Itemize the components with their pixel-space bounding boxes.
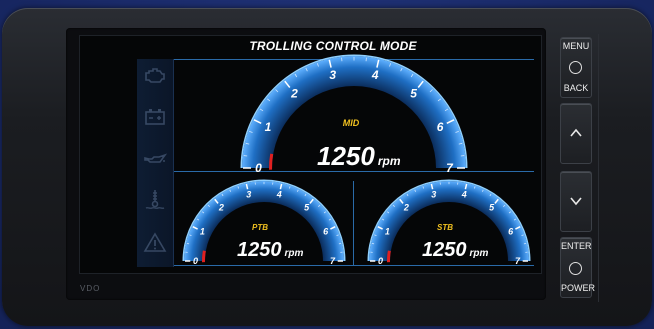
bottom-divider xyxy=(174,265,534,266)
main-tick-label: 6 xyxy=(437,120,444,134)
enter-power-button[interactable]: ENTER POWER xyxy=(560,237,596,298)
page-title: TROLLING CONTROL MODE xyxy=(249,39,417,53)
stb-rpm-value: 1250 xyxy=(422,239,467,261)
stb-rpm-readout: 1250 rpm xyxy=(422,239,488,262)
main-rpm-value: 1250 xyxy=(317,141,375,171)
brand-logo: VDO xyxy=(80,284,101,293)
battery-icon xyxy=(145,109,165,125)
stb-rpm-unit: rpm xyxy=(469,248,489,259)
ptb-gauge-label: PTB xyxy=(252,223,268,232)
chevron-up-icon xyxy=(570,128,582,137)
stb-tick-label: 2 xyxy=(403,203,409,213)
main-gauge-label: MID xyxy=(342,118,360,128)
back-label: BACK xyxy=(563,83,589,93)
ptb-rpm-unit: rpm xyxy=(284,248,304,259)
stb-tick-label: 1 xyxy=(385,226,390,236)
enter-label: ENTER xyxy=(561,241,592,251)
up-button[interactable] xyxy=(560,103,592,164)
warning-icon xyxy=(143,232,167,252)
coolant-temp-icon xyxy=(145,190,165,209)
main-tick-label: 3 xyxy=(329,68,336,82)
ptb-tick-label: 2 xyxy=(218,203,224,213)
menu-back-button[interactable]: MENU BACK xyxy=(560,37,592,98)
bezel-edge xyxy=(598,34,643,302)
enter-circle-icon xyxy=(569,262,582,275)
stb-tick-label: 0 xyxy=(378,256,383,266)
menu-label: MENU xyxy=(562,41,590,51)
stb-gauge-label: STB xyxy=(437,223,453,232)
center-divider xyxy=(353,181,354,265)
oil-can-icon xyxy=(144,153,167,163)
main-rpm-unit: rpm xyxy=(377,154,401,168)
ptb-tick-label: 1 xyxy=(200,226,205,236)
status-icon-column xyxy=(137,59,174,267)
stb-tick-label: 3 xyxy=(431,189,436,199)
menu-circle-icon xyxy=(569,61,582,74)
engine-icon xyxy=(145,68,165,83)
ptb-rpm-readout: 1250 rpm xyxy=(237,239,303,262)
ptb-tick-label: 4 xyxy=(276,189,282,199)
main-tick-label: 4 xyxy=(371,68,379,82)
chevron-down-icon xyxy=(570,197,582,206)
ptb-rpm-value: 1250 xyxy=(237,239,282,261)
main-tick-label: 0 xyxy=(255,161,262,175)
main-tick-label: 5 xyxy=(410,87,417,101)
main-tick-label: 1 xyxy=(265,120,272,134)
ptb-tick-label: 0 xyxy=(193,256,198,266)
power-label: POWER xyxy=(561,283,596,293)
ptb-tick-label: 3 xyxy=(246,189,251,199)
main-rpm-readout: 1250 rpm xyxy=(317,141,401,172)
main-tick-label: 2 xyxy=(290,87,298,101)
down-button[interactable] xyxy=(560,171,592,232)
stb-tick-label: 4 xyxy=(461,189,467,199)
